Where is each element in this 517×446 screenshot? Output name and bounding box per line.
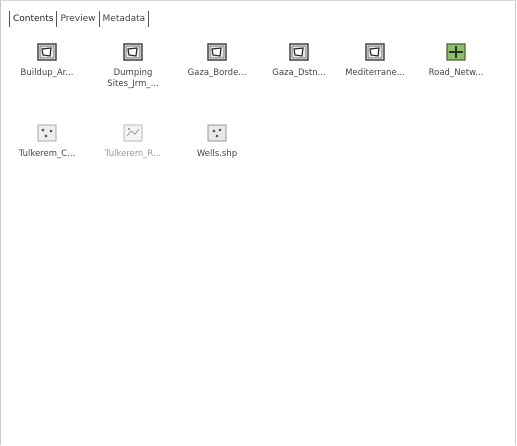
item-gaza-border[interactable]: Gaza_Borde...	[176, 41, 258, 79]
item-dumping-sites[interactable]: Dumping Sites_Jrm_...	[92, 41, 174, 90]
polygon-shapefile-icon	[288, 41, 310, 63]
item-wells[interactable]: Wells.shp	[176, 122, 258, 160]
item-gaza-district[interactable]: Gaza_Dstn...	[258, 41, 340, 79]
polygon-shapefile-icon	[122, 41, 144, 63]
item-mediterranean[interactable]: Mediterrane...	[334, 41, 416, 79]
item-label: Road_Netw...	[428, 68, 484, 78]
item-label: Tulkerem_C...	[18, 149, 76, 159]
tab-metadata[interactable]: Metadata	[100, 11, 150, 27]
contents-view: Buildup_Ar... Dumping Sites_Jrm_... Gaza…	[1, 31, 515, 445]
item-road-network[interactable]: Road_Netw...	[415, 41, 497, 79]
tab-preview[interactable]: Preview	[57, 11, 100, 27]
item-label: Gaza_Borde...	[187, 68, 247, 78]
tab-contents[interactable]: Contents	[9, 11, 58, 27]
item-tulkerem-r[interactable]: Tulkerem_R...	[92, 122, 174, 160]
point-shapefile-icon	[36, 122, 58, 144]
item-tulkerem-c[interactable]: Tulkerem_C...	[6, 122, 88, 160]
item-label: Mediterrane...	[345, 68, 405, 78]
item-label: Tulkerem_R...	[104, 149, 162, 159]
item-label-line2: Sites_Jrm_...	[107, 79, 159, 89]
item-label: Wells.shp	[196, 149, 238, 159]
polygon-shapefile-icon	[206, 41, 228, 63]
item-label: Buildup_Ar...	[20, 68, 74, 78]
catalog-contents-panel: Contents Preview Metadata Buildup_Ar...	[0, 0, 516, 445]
item-buildup-area[interactable]: Buildup_Ar...	[6, 41, 88, 79]
item-label: Dumping	[113, 68, 153, 78]
point-shapefile-icon	[206, 122, 228, 144]
tab-bar: Contents Preview Metadata	[9, 9, 150, 29]
point-shapefile-icon	[122, 122, 144, 144]
polygon-shapefile-icon	[36, 41, 58, 63]
line-shapefile-icon	[445, 41, 467, 63]
polygon-shapefile-icon	[364, 41, 386, 63]
item-label: Gaza_Dstn...	[272, 68, 326, 78]
